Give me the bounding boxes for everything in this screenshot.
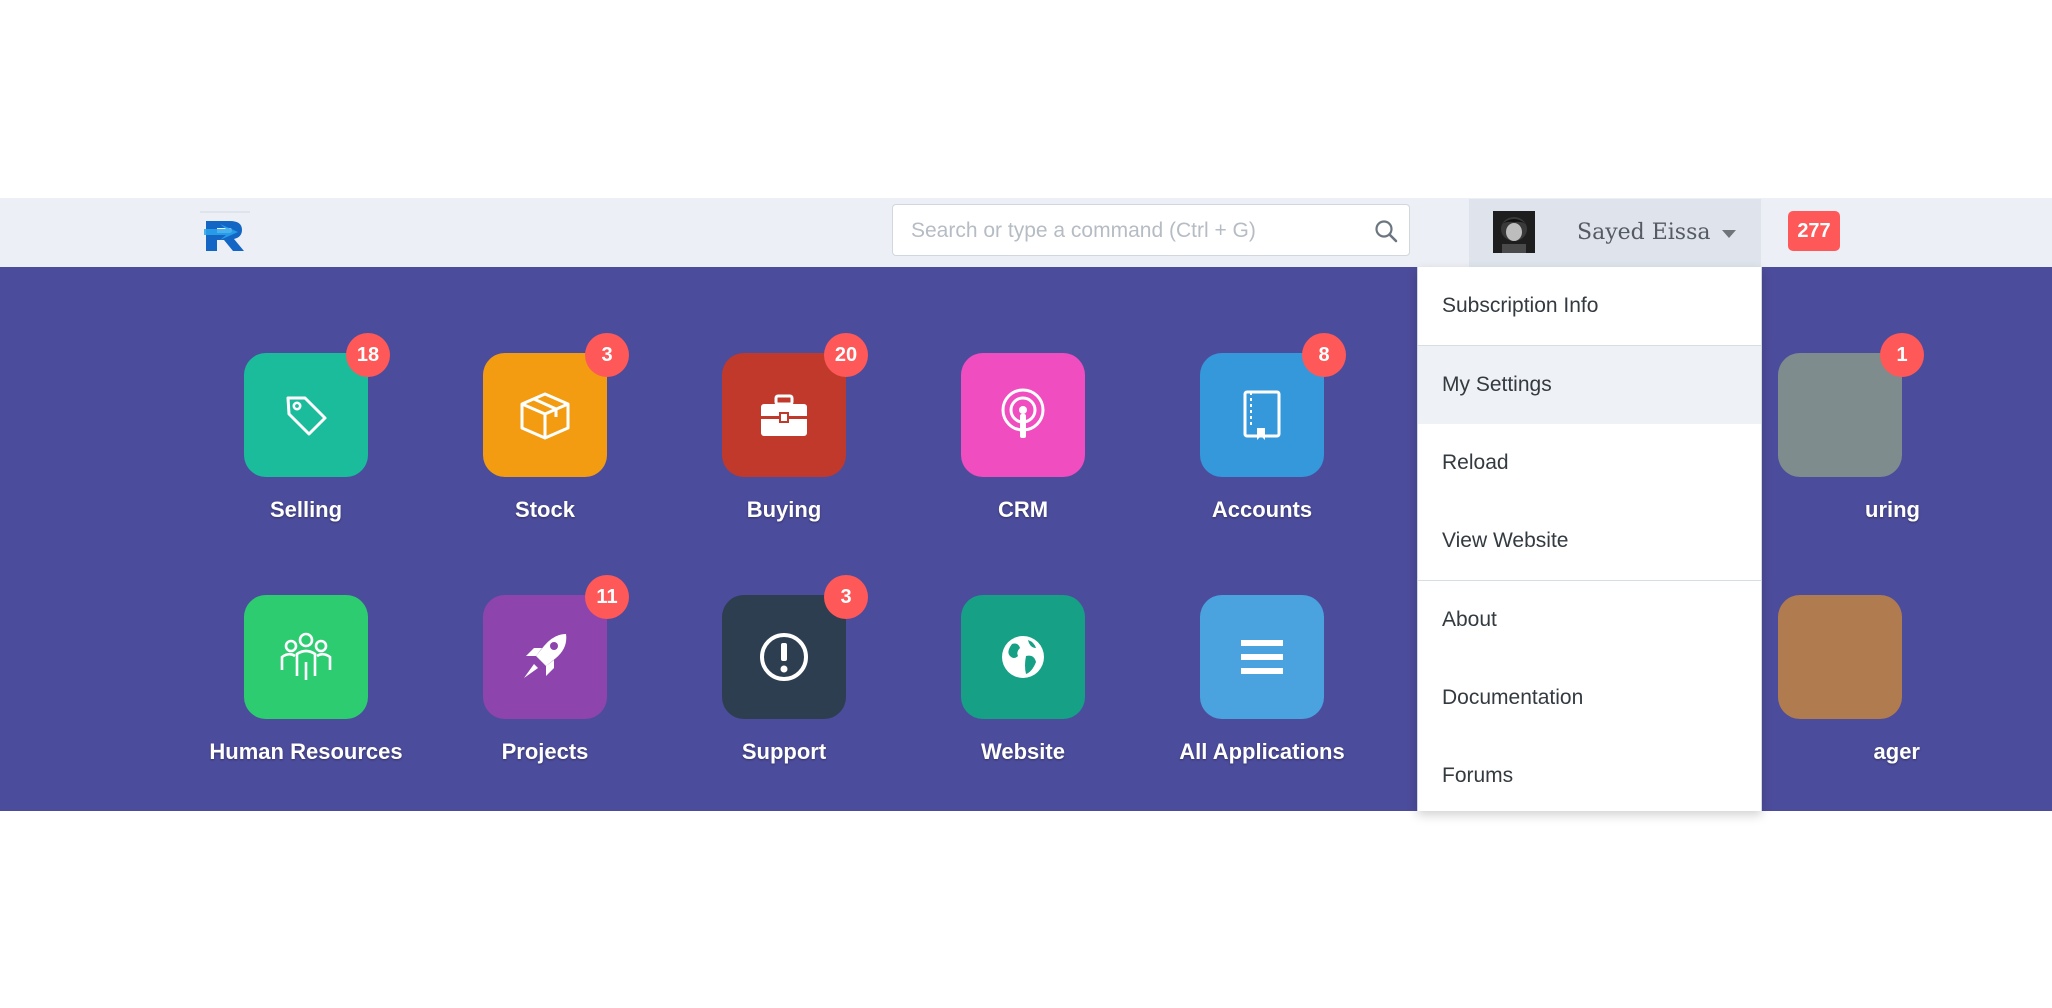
app-label: ager	[1873, 739, 1920, 764]
menu-item-view-website[interactable]: View Website	[1418, 502, 1761, 580]
broadcast-icon[interactable]	[961, 353, 1085, 477]
app-label: uring	[1865, 497, 1920, 522]
ledger-book-icon[interactable]	[1200, 353, 1324, 477]
menu-item-reload[interactable]: Reload	[1418, 424, 1761, 502]
exclamation-icon[interactable]	[722, 595, 846, 719]
app-label: Buying	[746, 497, 822, 522]
app-website[interactable]: Website	[903, 595, 1143, 795]
menu-item-forums[interactable]: Forums	[1418, 737, 1761, 811]
app-label: CRM	[997, 497, 1049, 522]
notification-count-badge: 18	[346, 333, 390, 377]
notification-count-badge: 11	[585, 575, 629, 619]
menu-item-subscription-info[interactable]: Subscription Info	[1418, 267, 1761, 345]
app-label: Stock	[515, 497, 575, 522]
user-dropdown-menu: Subscription Info My Settings Reload Vie…	[1417, 267, 1762, 811]
app-label: Projects	[501, 739, 589, 764]
app-projects[interactable]: 11 Projects	[425, 575, 665, 795]
search-icon[interactable]	[1373, 218, 1399, 244]
app-buying[interactable]: 20 Buying	[664, 333, 904, 553]
notification-count-badge: 8	[1302, 333, 1346, 377]
app-label: Selling	[269, 497, 343, 522]
people-icon[interactable]	[244, 595, 368, 719]
menu-item-about[interactable]: About	[1418, 581, 1761, 659]
notification-count-badge: 1	[1880, 333, 1924, 377]
app-label: Support	[741, 739, 827, 764]
user-menu-toggle[interactable]: Sayed Eissa	[1469, 199, 1761, 267]
app-label: All Applications	[1179, 739, 1345, 764]
list-icon[interactable]	[1200, 595, 1324, 719]
search-input[interactable]	[909, 205, 1353, 257]
notification-count-badge: 20	[824, 333, 868, 377]
app-support[interactable]: 3 Support	[664, 575, 904, 795]
file-manager-icon[interactable]	[1778, 595, 1902, 719]
app-stock[interactable]: 3 Stock	[425, 333, 665, 553]
user-name[interactable]: Sayed Eissa	[1577, 199, 1711, 267]
app-crm[interactable]: CRM	[903, 353, 1143, 553]
brand-logo-icon[interactable]	[200, 211, 250, 253]
briefcase-icon[interactable]	[722, 353, 846, 477]
app-selling[interactable]: 18 Selling	[186, 333, 426, 553]
app-window: Sayed Eissa 277 18 Selling 3 Stock 20 Bu…	[0, 0, 2052, 1008]
search-bar[interactable]	[892, 204, 1410, 257]
menu-item-documentation[interactable]: Documentation	[1418, 659, 1761, 737]
app-label: Accounts	[1211, 497, 1313, 522]
rocket-icon[interactable]	[483, 595, 607, 719]
globe-icon[interactable]	[961, 595, 1085, 719]
menu-item-my-settings[interactable]: My Settings	[1418, 346, 1761, 424]
app-human-resources[interactable]: Human Resources	[186, 595, 426, 795]
notification-count-badge: 3	[585, 333, 629, 377]
notifications-badge[interactable]: 277	[1788, 211, 1840, 251]
manufacturing-icon[interactable]	[1778, 353, 1902, 477]
app-accounts[interactable]: 8 Accounts	[1142, 333, 1382, 553]
app-all-applications[interactable]: All Applications	[1142, 595, 1382, 795]
app-label: Website	[981, 739, 1065, 764]
user-avatar	[1493, 211, 1535, 253]
chevron-down-icon[interactable]	[1722, 230, 1736, 238]
box-icon[interactable]	[483, 353, 607, 477]
tag-icon[interactable]	[244, 353, 368, 477]
app-label: Human Resources	[209, 739, 403, 764]
notification-count-badge: 3	[824, 575, 868, 619]
